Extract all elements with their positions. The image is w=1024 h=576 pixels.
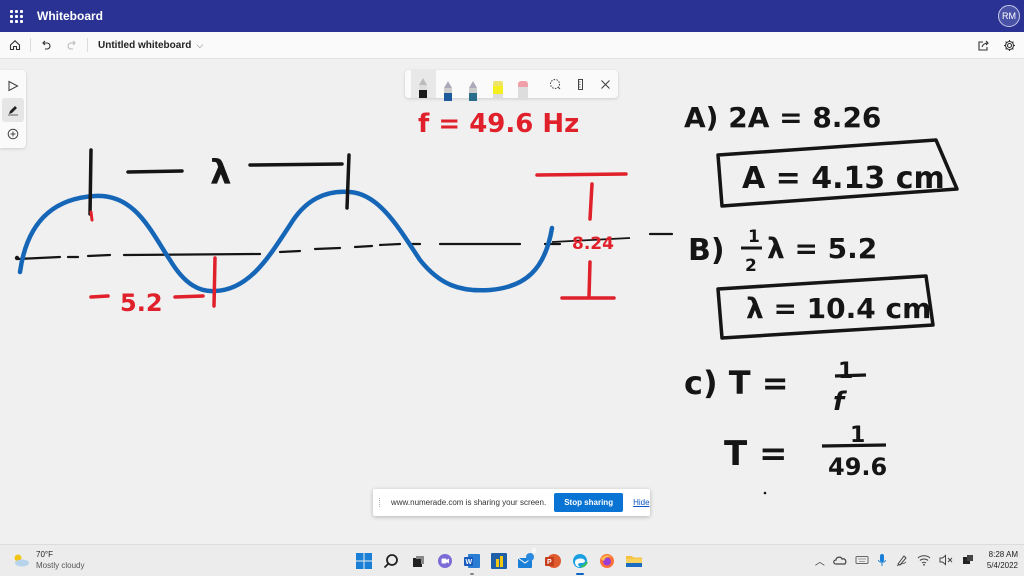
chevron-up-icon[interactable]: ︿ — [815, 553, 825, 568]
ruler-icon — [578, 78, 584, 90]
redo-button[interactable] — [59, 32, 85, 58]
redo-icon — [67, 40, 76, 50]
close-tray-button[interactable] — [593, 70, 618, 98]
edge-button[interactable] — [570, 550, 590, 575]
home-button[interactable] — [2, 32, 28, 58]
eraser-button[interactable] — [511, 70, 536, 101]
undo-button[interactable] — [33, 32, 59, 58]
screen-sharing-bar: www.numerade.com is sharing your screen.… — [373, 489, 650, 516]
system-tray: ︿ 8:28 AM 5/4/2022 — [815, 549, 1018, 571]
edge-icon — [573, 554, 588, 568]
divider — [87, 38, 88, 52]
active-indicator — [576, 573, 584, 575]
pen-icon — [469, 81, 478, 101]
lasso-select-button[interactable] — [543, 70, 568, 98]
weather-description: Mostly cloudy — [36, 561, 85, 570]
document-toolbar: Untitled whiteboard ⌵ — [0, 32, 1024, 59]
pointer-icon — [8, 80, 19, 92]
black-pen-button[interactable] — [411, 70, 436, 98]
file-explorer-button[interactable] — [624, 550, 644, 572]
partly-cloudy-icon — [12, 553, 30, 567]
mail-button[interactable]: 6 — [516, 548, 536, 572]
teams-chat-button[interactable] — [435, 550, 455, 572]
pen-tray — [405, 70, 618, 101]
inking-tool-button[interactable] — [2, 98, 24, 122]
eraser-icon — [517, 81, 528, 101]
divider — [30, 38, 31, 52]
drag-handle[interactable] — [379, 498, 381, 507]
close-icon — [601, 79, 610, 89]
word-icon: W — [464, 554, 480, 568]
document-title[interactable]: Untitled whiteboard — [98, 40, 191, 51]
wifi-icon[interactable] — [917, 554, 931, 566]
lasso-icon — [550, 78, 561, 89]
undo-icon — [42, 40, 51, 50]
pen-icon — [8, 106, 18, 116]
ruler-button[interactable] — [568, 70, 593, 98]
folder-icon — [626, 556, 642, 567]
home-icon — [9, 40, 21, 51]
pinned-apps: W 6 P — [354, 548, 644, 575]
weather-temperature: 70°F — [36, 550, 53, 559]
teal-pen-button[interactable] — [461, 70, 486, 101]
title-bar: Whiteboard RM — [0, 0, 1024, 32]
waffle-icon — [9, 9, 23, 23]
highlighter-icon — [493, 81, 504, 101]
stop-sharing-button[interactable]: Stop sharing — [554, 493, 624, 512]
clock[interactable]: 8:28 AM 5/4/2022 — [987, 549, 1018, 571]
pen-icon — [444, 81, 453, 101]
select-tool-button[interactable] — [2, 74, 24, 98]
meet-now-icon[interactable] — [961, 554, 975, 566]
svg-text:P: P — [547, 559, 552, 566]
clock-time: 8:28 AM — [988, 550, 1018, 559]
chevron-down-icon[interactable]: ⌵ — [196, 40, 203, 51]
powerpoint-button[interactable]: P — [543, 550, 563, 572]
mail-icon — [517, 553, 534, 568]
firefox-icon — [600, 554, 614, 568]
start-button[interactable] — [354, 550, 374, 572]
clock-date: 5/4/2022 — [986, 561, 1018, 570]
svg-text:W: W — [466, 559, 473, 566]
blue-pen-button[interactable] — [436, 70, 461, 101]
plus-circle-icon — [7, 128, 19, 140]
pen-tray-icon[interactable] — [895, 553, 909, 567]
weather-widget[interactable]: 70°F Mostly cloudy — [12, 549, 84, 571]
left-tool-rail — [0, 70, 26, 148]
taskbar: 70°F Mostly cloudy W 6 P ︿ 8:28 AM 5/4/2… — [0, 544, 1024, 576]
task-view-button[interactable] — [408, 550, 428, 572]
speaker-muted-icon[interactable] — [939, 554, 953, 566]
firefox-button[interactable] — [597, 550, 617, 572]
mail-badge: 6 — [532, 548, 536, 555]
running-indicator — [470, 573, 474, 575]
user-avatar[interactable]: RM — [998, 5, 1020, 27]
search-button[interactable] — [381, 550, 401, 572]
app-title: Whiteboard — [37, 9, 103, 23]
whiteboard-canvas[interactable] — [0, 60, 1024, 544]
share-button[interactable] — [970, 33, 996, 59]
task-view-icon — [413, 556, 424, 567]
search-icon — [383, 554, 398, 569]
highlighter-button[interactable] — [486, 70, 511, 101]
share-icon — [977, 40, 989, 51]
add-button[interactable] — [2, 122, 24, 146]
word-button[interactable]: W — [462, 550, 482, 575]
settings-button[interactable] — [996, 33, 1022, 59]
onedrive-icon[interactable] — [833, 555, 847, 565]
app-launcher-button[interactable] — [0, 0, 32, 32]
chat-icon — [438, 554, 452, 568]
powerbi-button[interactable] — [489, 550, 509, 572]
keyboard-icon[interactable] — [855, 555, 869, 565]
gear-icon — [1003, 40, 1015, 51]
sharing-message: www.numerade.com is sharing your screen. — [391, 498, 547, 507]
powerpoint-icon: P — [545, 554, 561, 568]
powerbi-icon — [491, 553, 507, 569]
hide-link[interactable]: Hide — [633, 498, 649, 507]
microphone-icon[interactable] — [877, 553, 887, 567]
pen-icon — [419, 78, 428, 98]
windows-icon — [356, 553, 372, 569]
